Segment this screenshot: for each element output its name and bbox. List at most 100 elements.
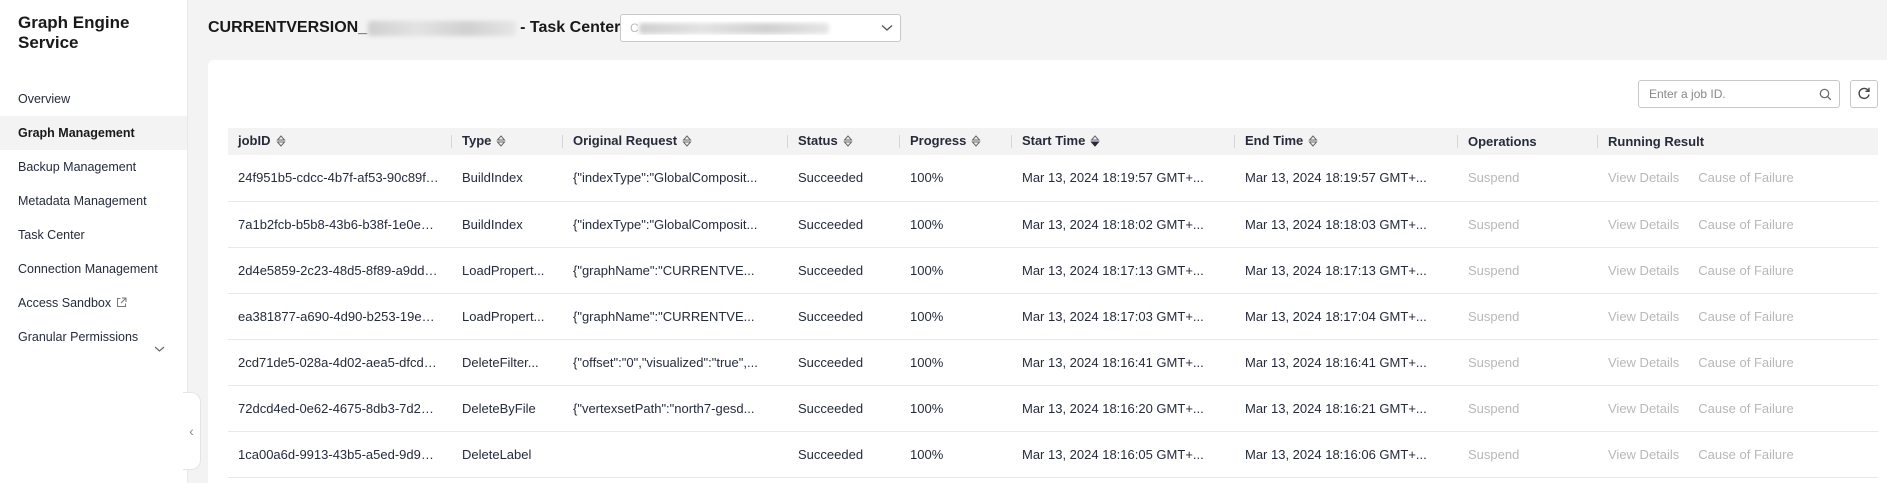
suspend-link[interactable]: Suspend (1458, 431, 1598, 478)
cell-end-time: Mar 13, 2024 18:16:41 GMT+... (1235, 339, 1458, 386)
cell-type: BuildIndex (452, 201, 563, 248)
cell-status: Succeeded (788, 431, 900, 478)
view-details-link[interactable]: View Details (1608, 401, 1679, 416)
sidebar-item-graph-management[interactable]: Graph Management (0, 116, 187, 150)
sidebar-item-access-sandbox[interactable]: Access Sandbox (0, 286, 187, 320)
view-details-link[interactable]: View Details (1608, 217, 1679, 232)
job-search-box[interactable] (1638, 80, 1840, 108)
table-header-row: jobID Type Original Request Status Progr… (228, 128, 1878, 155)
cell-running-result: View Details Cause of Failure (1598, 385, 1878, 432)
cell-job-id: 24f951b5-cdcc-4b7f-af53-90c89ff5f896... (228, 155, 452, 202)
cell-running-result: View Details Cause of Failure (1598, 247, 1878, 294)
cell-progress: 100% (900, 247, 1012, 294)
table-row: 7a1b2fcb-b5b8-43b6-b38f-1e0e6f6414... Bui… (228, 201, 1878, 248)
cell-start-time: Mar 13, 2024 18:18:02 GMT+... (1012, 201, 1235, 248)
table-row: 2d4e5859-2c23-48d5-8f89-a9dd1b151... Load… (228, 247, 1878, 294)
sidebar-item-task-center[interactable]: Task Center (0, 218, 187, 252)
chevron-left-icon: ‹ (189, 423, 194, 439)
column-header-status[interactable]: Status (788, 128, 900, 155)
cell-status: Succeeded (788, 155, 900, 202)
column-header-type[interactable]: Type (452, 128, 563, 155)
page-title: CURRENTVERSION_ - Task Center (208, 19, 620, 37)
sidebar-item-label: Granular Permissions (18, 330, 139, 344)
cell-start-time: Mar 13, 2024 18:19:57 GMT+... (1012, 155, 1235, 202)
sort-icon[interactable] (682, 135, 692, 150)
sidebar-item-granular-permissions[interactable]: Granular Permissions (0, 320, 187, 354)
sort-icon[interactable] (275, 135, 286, 150)
sidebar-item-metadata-management[interactable]: Metadata Management (0, 184, 187, 218)
cell-end-time: Mar 13, 2024 18:17:13 GMT+... (1235, 247, 1458, 294)
suspend-link[interactable]: Suspend (1458, 339, 1598, 386)
cause-of-failure-link[interactable]: Cause of Failure (1698, 447, 1793, 462)
chevron-down-icon (154, 332, 165, 366)
suspend-link[interactable]: Suspend (1458, 293, 1598, 340)
view-details-link[interactable]: View Details (1608, 263, 1679, 278)
column-header-jobid[interactable]: jobID (228, 128, 452, 155)
page-title-prefix: CURRENTVERSION_ (208, 19, 368, 36)
cause-of-failure-link[interactable]: Cause of Failure (1698, 170, 1793, 185)
cell-status: Succeeded (788, 293, 900, 340)
task-panel: jobID Type Original Request Status Progr… (208, 60, 1887, 483)
cell-status: Succeeded (788, 247, 900, 294)
cell-end-time: Mar 13, 2024 18:19:57 GMT+... (1235, 155, 1458, 202)
cell-start-time: Mar 13, 2024 18:17:03 GMT+... (1012, 293, 1235, 340)
cell-type: DeleteByFile (452, 385, 563, 432)
view-details-link[interactable]: View Details (1608, 355, 1679, 370)
redacted-version-name (638, 23, 829, 35)
cell-running-result: View Details Cause of Failure (1598, 339, 1878, 386)
cell-running-result: View Details Cause of Failure (1598, 293, 1878, 340)
graph-version-value: C (630, 21, 874, 35)
view-details-link[interactable]: View Details (1608, 447, 1679, 462)
sort-desc-icon[interactable] (1090, 135, 1100, 150)
search-icon[interactable] (1811, 88, 1839, 101)
column-header-end-time[interactable]: End Time (1235, 128, 1458, 155)
graph-version-select[interactable]: C (620, 14, 901, 42)
jobs-table: jobID Type Original Request Status Progr… (228, 128, 1878, 478)
cell-progress: 100% (900, 155, 1012, 202)
cell-end-time: Mar 13, 2024 18:17:04 GMT+... (1235, 293, 1458, 340)
cause-of-failure-link[interactable]: Cause of Failure (1698, 309, 1793, 324)
chevron-down-icon (874, 24, 900, 32)
cell-progress: 100% (900, 201, 1012, 248)
view-details-link[interactable]: View Details (1608, 309, 1679, 324)
table-row: 72dcd4ed-0e62-4675-8db3-7d2a0b344... Dele… (228, 385, 1878, 432)
suspend-link[interactable]: Suspend (1458, 385, 1598, 432)
cell-status: Succeeded (788, 201, 900, 248)
cause-of-failure-link[interactable]: Cause of Failure (1698, 263, 1793, 278)
cause-of-failure-link[interactable]: Cause of Failure (1698, 355, 1793, 370)
cell-original-request: {"graphName":"CURRENTVE... (563, 293, 788, 340)
cell-start-time: Mar 13, 2024 18:16:05 GMT+... (1012, 431, 1235, 478)
sort-icon[interactable] (843, 135, 853, 150)
page-title-suffix: - Task Center (520, 19, 621, 36)
cell-job-id: 2cd71de5-028a-4d02-aea5-dfcd72d42... (228, 339, 452, 386)
cell-progress: 100% (900, 293, 1012, 340)
sort-icon[interactable] (971, 135, 981, 150)
external-link-icon (116, 287, 127, 321)
cause-of-failure-link[interactable]: Cause of Failure (1698, 401, 1793, 416)
job-id-search-input[interactable] (1649, 87, 1811, 101)
suspend-link[interactable]: Suspend (1458, 155, 1598, 202)
sidebar-item-overview[interactable]: Overview (0, 82, 187, 116)
view-details-link[interactable]: View Details (1608, 170, 1679, 185)
cell-job-id: 2d4e5859-2c23-48d5-8f89-a9dd1b151... (228, 247, 452, 294)
column-header-original-request[interactable]: Original Request (563, 128, 788, 155)
sidebar-collapse-toggle[interactable]: ‹ (183, 392, 201, 470)
column-header-operations: Operations (1458, 128, 1598, 155)
cell-progress: 100% (900, 385, 1012, 432)
cause-of-failure-link[interactable]: Cause of Failure (1698, 217, 1793, 232)
cell-job-id: 1ca00a6d-9913-43b5-a5ed-9d9898e3a... (228, 431, 452, 478)
column-header-start-time[interactable]: Start Time (1012, 128, 1235, 155)
cell-job-id: 72dcd4ed-0e62-4675-8db3-7d2a0b344... (228, 385, 452, 432)
sidebar-item-backup-management[interactable]: Backup Management (0, 150, 187, 184)
sort-icon[interactable] (496, 135, 506, 150)
sort-icon[interactable] (1308, 135, 1318, 150)
suspend-link[interactable]: Suspend (1458, 247, 1598, 294)
cell-start-time: Mar 13, 2024 18:17:13 GMT+... (1012, 247, 1235, 294)
sidebar: Graph Engine Service Overview Graph Mana… (0, 0, 188, 483)
column-header-progress[interactable]: Progress (900, 128, 1012, 155)
sidebar-item-connection-management[interactable]: Connection Management (0, 252, 187, 286)
suspend-link[interactable]: Suspend (1458, 201, 1598, 248)
cell-progress: 100% (900, 339, 1012, 386)
refresh-button[interactable] (1850, 80, 1878, 108)
cell-type: BuildIndex (452, 155, 563, 202)
